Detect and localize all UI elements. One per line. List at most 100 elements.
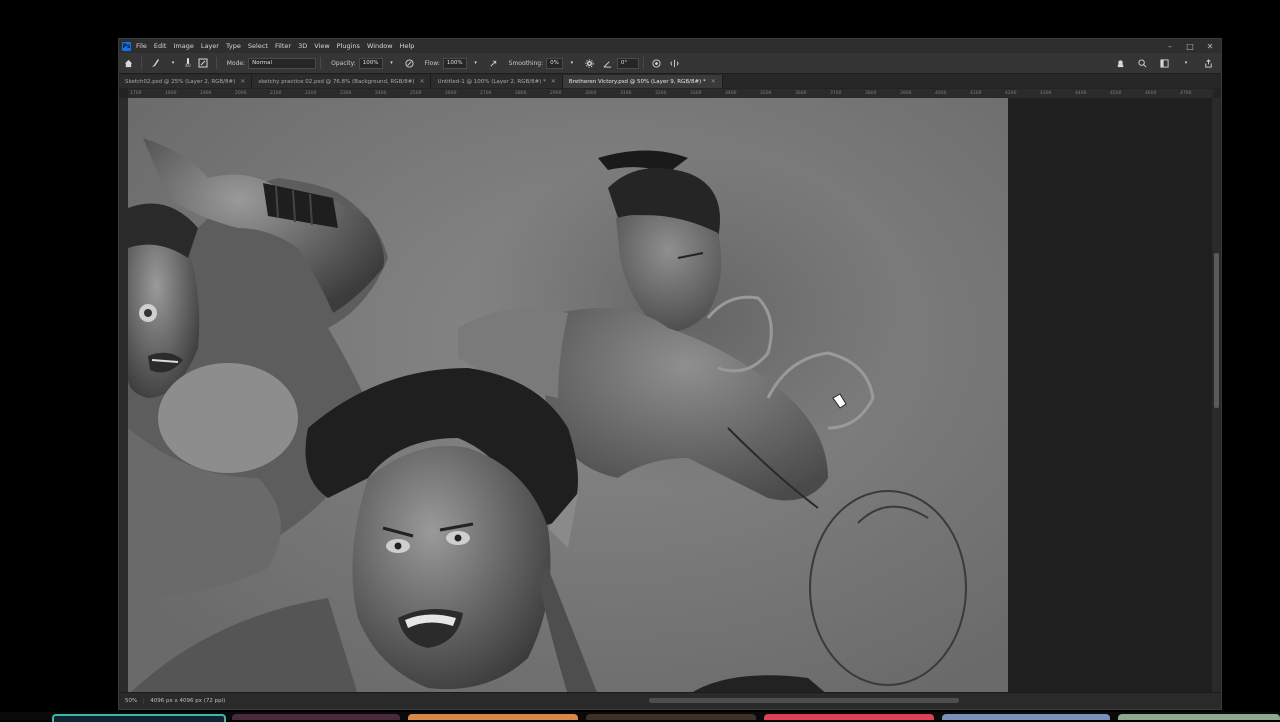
ruler-tick-label: 4400 (1075, 91, 1087, 96)
brush-size-value: 40 (185, 63, 191, 69)
menu-select[interactable]: Select (248, 42, 268, 50)
ruler-tick-label: 3600 (795, 91, 807, 96)
tab-untitled-1[interactable]: Untitled-1 @ 100% (Layer 2, RGB/8#) * ✕ (431, 75, 563, 88)
share-icon[interactable] (1201, 56, 1215, 70)
ruler-tick-label: 4300 (1040, 91, 1052, 96)
chevron-down-icon[interactable]: ▾ (469, 56, 483, 70)
cloud-docs-icon[interactable] (1113, 56, 1127, 70)
brush-settings-panel-icon[interactable] (196, 56, 210, 70)
opacity-input[interactable]: 100% (358, 57, 383, 69)
canvas-area[interactable] (128, 98, 1213, 695)
opacity-label: Opacity: (331, 59, 356, 67)
close-icon[interactable]: ✕ (419, 78, 424, 85)
ruler-tick-label: 2200 (305, 91, 317, 96)
ruler-tick-label: 4000 (935, 91, 947, 96)
ruler-tick-label: 3500 (760, 91, 772, 96)
angle-icon (601, 56, 615, 70)
taskbar-item[interactable] (942, 714, 1110, 720)
separator (141, 57, 142, 69)
tab-label: Sketch02.psd @ 25% (Layer 2, RGB/8#) (125, 78, 236, 85)
ruler-tick-label: 2100 (270, 91, 282, 96)
photoshop-window: Ps File Edit Image Layer Type Select Fil… (118, 38, 1222, 710)
ruler-tick-label: 3200 (655, 91, 667, 96)
angle-input[interactable]: 0° (616, 57, 639, 69)
menu-type[interactable]: Type (226, 42, 241, 50)
taskbar-item[interactable] (232, 714, 400, 720)
taskbar-item[interactable] (1118, 714, 1280, 720)
mode-label: Mode: (226, 59, 246, 67)
window-controls: – □ ✕ (1165, 39, 1215, 53)
tab-label: Untitled-1 @ 100% (Layer 2, RGB/8#) * (437, 78, 546, 85)
smoothing-input[interactable]: 0% (546, 57, 563, 69)
chevron-down-icon[interactable]: ▾ (1179, 56, 1193, 70)
vertical-scrollbar[interactable] (1212, 98, 1221, 695)
photoshop-logo: Ps (122, 41, 131, 51)
close-icon[interactable]: ✕ (711, 78, 716, 85)
zoom-level[interactable]: 50% (119, 698, 145, 704)
tab-sketchy-practice[interactable]: sketchy practice 02.psd @ 76.8% (Backgro… (252, 75, 432, 88)
menu-image[interactable]: Image (173, 42, 193, 50)
ruler-tick-label: 1900 (200, 91, 212, 96)
close-button[interactable]: ✕ (1205, 42, 1215, 51)
pressure-size-icon[interactable] (650, 56, 664, 70)
menu-file[interactable]: File (136, 42, 147, 50)
scrollbar-thumb[interactable] (1214, 253, 1219, 408)
ruler-tick-label: 3700 (830, 91, 842, 96)
pressure-opacity-icon[interactable] (403, 56, 417, 70)
ruler-tick-label: 2300 (340, 91, 352, 96)
separator (320, 57, 322, 69)
menu-edit[interactable]: Edit (154, 42, 167, 50)
menu-plugins[interactable]: Plugins (337, 42, 360, 50)
tab-bretheren-victory[interactable]: Bretheren Victory.psd @ 50% (Layer 9, RG… (562, 75, 723, 88)
document-tabs: Sketch02.psd @ 25% (Layer 2, RGB/8#) ✕ s… (119, 74, 1221, 88)
maximize-button[interactable]: □ (1185, 42, 1195, 51)
mode-select[interactable]: Normal (248, 57, 317, 69)
smoothing-label: Smoothing: (508, 59, 544, 67)
minimize-button[interactable]: – (1165, 42, 1175, 51)
flow-label: Flow: (424, 59, 440, 67)
workspace-icon[interactable] (1157, 56, 1171, 70)
ruler-tick-label: 2900 (550, 91, 562, 96)
tab-sketch02[interactable]: Sketch02.psd @ 25% (Layer 2, RGB/8#) ✕ (119, 75, 253, 88)
search-icon[interactable] (1135, 56, 1149, 70)
ruler-tick-label: 4600 (1145, 91, 1157, 96)
ruler-tick-label: 4200 (1005, 91, 1017, 96)
ruler-tick-label: 2700 (480, 91, 492, 96)
ruler-tick-label: 2800 (515, 91, 527, 96)
document-canvas[interactable] (128, 98, 1008, 695)
ruler-tick-label: 3100 (620, 91, 632, 96)
horizontal-scrollbar-thumb[interactable] (649, 698, 959, 703)
close-icon[interactable]: ✕ (551, 78, 556, 85)
close-icon[interactable]: ✕ (240, 78, 245, 85)
status-bar: 50% 4096 px x 4096 px (72 ppi) (119, 692, 1221, 709)
taskbar-item[interactable] (52, 714, 226, 722)
taskbar-item[interactable] (408, 714, 578, 720)
chevron-down-icon[interactable]: ▾ (385, 56, 399, 70)
taskbar-item[interactable] (586, 714, 756, 720)
ruler-tick-label: 3000 (585, 91, 597, 96)
menu-help[interactable]: Help (400, 42, 415, 50)
flow-input[interactable]: 100% (442, 57, 467, 69)
ruler-tick-label: 4500 (1110, 91, 1122, 96)
ruler-tick-label: 2500 (410, 91, 422, 96)
home-icon[interactable] (121, 56, 135, 70)
taskbar-item[interactable] (764, 714, 934, 720)
menu-layer[interactable]: Layer (201, 42, 219, 50)
symmetry-icon[interactable] (668, 56, 682, 70)
ruler-tick-label: 2000 (235, 91, 247, 96)
menu-window[interactable]: Window (367, 42, 393, 50)
separator (642, 57, 644, 69)
gear-icon[interactable] (583, 56, 597, 70)
ruler-tick-label: 4700 (1180, 91, 1192, 96)
brush-size-picker[interactable]: 40 (185, 57, 191, 69)
tab-label: Bretheren Victory.psd @ 50% (Layer 9, RG… (568, 78, 706, 85)
chevron-down-icon[interactable]: ▾ (166, 56, 180, 70)
options-bar: ▾ 40 Mode: Normal Opacity: 100% ▾ Flow: … (119, 53, 1221, 74)
airbrush-icon[interactable] (487, 56, 501, 70)
menu-view[interactable]: View (314, 42, 329, 50)
menu-filter[interactable]: Filter (275, 42, 291, 50)
brush-icon[interactable] (148, 56, 162, 70)
menu-3d[interactable]: 3D (298, 42, 307, 50)
menu-bar: Ps File Edit Image Layer Type Select Fil… (119, 39, 1221, 53)
chevron-down-icon[interactable]: ▾ (565, 56, 579, 70)
